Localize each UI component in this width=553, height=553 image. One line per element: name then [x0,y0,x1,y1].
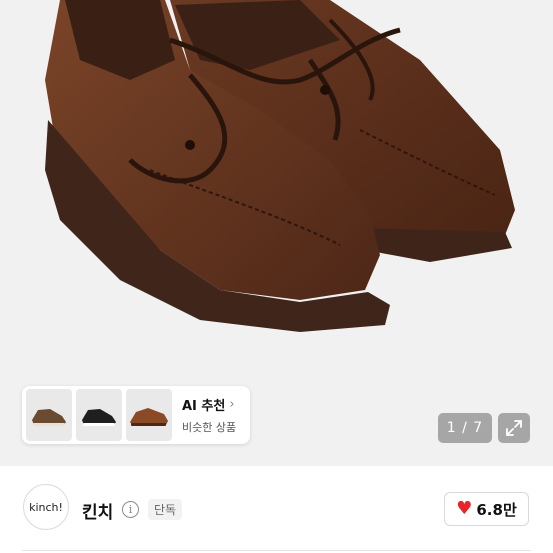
brand-logo-text: kinch! [29,500,63,514]
image-counter: 1 / 7 [438,413,492,443]
ai-recommendation-card[interactable]: AI 추천 › 비슷한 상품 [22,386,250,444]
exclusive-badge: 단독 [148,499,183,520]
reco-subtitle: 비슷한 상품 [182,421,237,434]
like-button[interactable]: ♥ 6.8만 [444,492,529,526]
brown-loafer-thumbnail-icon [130,408,168,426]
reco-thumbnail-1[interactable] [26,389,72,441]
chevron-right-icon: › [229,397,235,412]
like-count: 6.8만 [476,500,517,519]
info-symbol: i [128,503,133,516]
brand-logo[interactable]: kinch! [23,484,69,530]
info-icon[interactable]: i [122,501,139,518]
reco-title: AI 추천 › [182,395,236,414]
divider [22,550,531,551]
reco-thumbnail-2[interactable] [76,389,122,441]
expand-button[interactable] [498,413,530,443]
brand-name[interactable]: 킨치 [82,498,113,523]
brown-sneaker-thumbnail-icon [32,409,66,426]
product-image[interactable]: AI 추천 › 비슷한 상품 1 / 7 [0,0,553,466]
reco-thumbnail-3[interactable] [126,389,172,441]
black-sneaker-thumbnail-icon [82,409,116,426]
expand-arrows-icon [506,420,522,436]
reco-title-label: AI 추천 [182,399,226,414]
heart-icon: ♥ [456,498,473,519]
